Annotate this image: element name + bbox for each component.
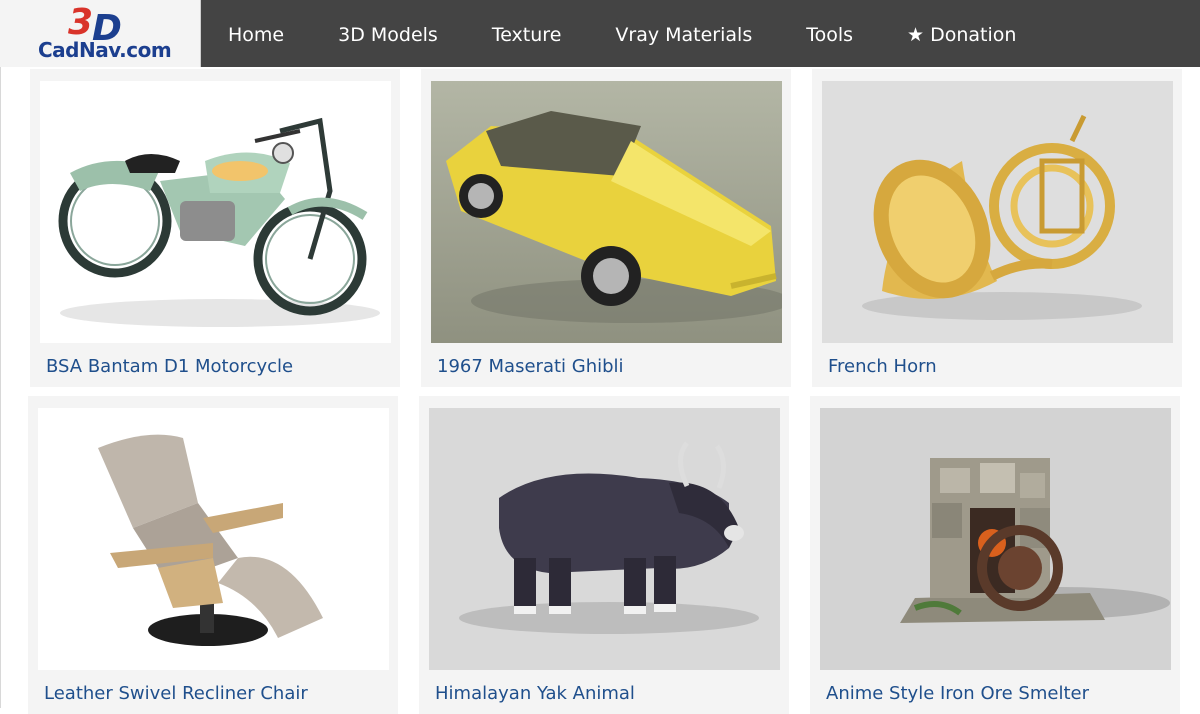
nav-item-donation[interactable]: ★ Donation [880,0,1043,67]
french-horn-thumbnail[interactable] [822,81,1173,343]
nav-item-home[interactable]: Home [201,0,311,67]
model-title[interactable]: Leather Swivel Recliner Chair [44,683,308,704]
nav-item-3d-models[interactable]: 3D Models [311,0,465,67]
yellow-car-thumbnail[interactable] [431,81,782,343]
nav-item-tools[interactable]: Tools [779,0,880,67]
page-edge-line [0,67,1,708]
model-title[interactable]: Anime Style Iron Ore Smelter [826,683,1089,704]
model-title[interactable]: Himalayan Yak Animal [435,683,635,704]
main-nav: Home 3D Models Texture Vray Materials To… [201,0,1043,67]
model-title[interactable]: BSA Bantam D1 Motorcycle [46,356,293,377]
model-card[interactable]: BSA Bantam D1 Motorcycle [30,69,400,387]
model-card[interactable]: Leather Swivel Recliner Chair [28,396,398,714]
top-navigation-bar: 3 D CadNav.com Home 3D Models Texture Vr… [0,0,1200,67]
model-card[interactable]: French Horn [812,69,1182,387]
model-card[interactable]: Anime Style Iron Ore Smelter [810,396,1180,714]
smelter-thumbnail[interactable] [820,408,1171,670]
recliner-chair-thumbnail[interactable] [38,408,389,670]
model-card[interactable]: Himalayan Yak Animal [419,396,789,714]
site-logo[interactable]: 3 D CadNav.com [0,0,201,67]
model-card[interactable]: 1967 Maserati Ghibli [421,69,791,387]
logo-mark-3: 3 [68,2,93,43]
nav-item-vray-materials[interactable]: Vray Materials [588,0,779,67]
yak-thumbnail[interactable] [429,408,780,670]
logo-text: CadNav.com [38,38,172,62]
nav-item-texture[interactable]: Texture [465,0,589,67]
star-icon: ★ [907,24,925,46]
motorcycle-thumbnail[interactable] [40,81,391,343]
model-title[interactable]: 1967 Maserati Ghibli [437,356,624,377]
model-title[interactable]: French Horn [828,356,937,377]
